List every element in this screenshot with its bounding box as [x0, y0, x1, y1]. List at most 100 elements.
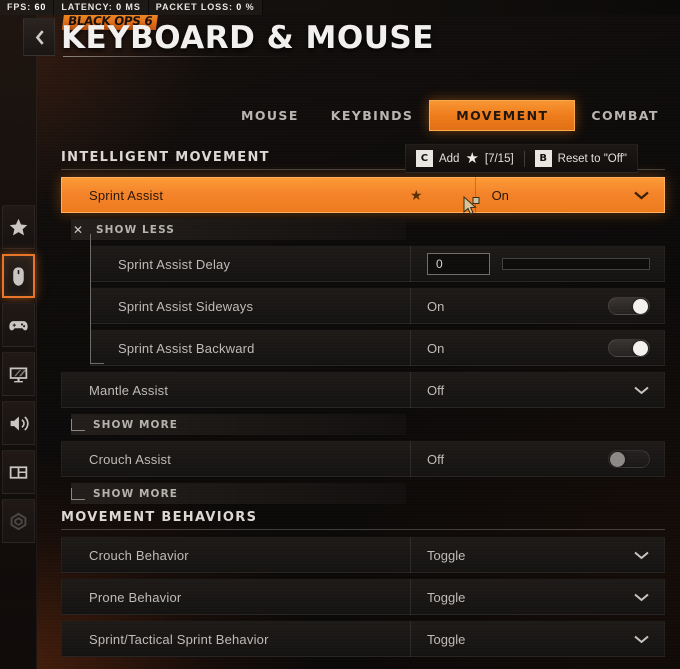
chevron-down-icon — [634, 593, 649, 602]
chevron-down-icon — [634, 635, 649, 644]
setting-value-label: On — [427, 340, 445, 356]
latency-stat: LATENCY: 0 MS — [54, 0, 149, 15]
toggle-knob — [633, 299, 648, 314]
setting-label: Sprint Assist Delay — [118, 256, 231, 272]
speaker-audio-icon — [10, 415, 29, 431]
value-input[interactable]: 0 — [427, 253, 490, 275]
sidebar-item-interface-layout[interactable] — [1, 450, 35, 494]
latency-value: 0 — [116, 2, 123, 12]
hint-reset[interactable]: B Reset to "Off" — [534, 150, 627, 167]
telemetry-radar-icon — [10, 512, 26, 530]
performance-status-bar: FPS: 60 LATENCY: 0 MS PACKET LOSS: 0 % — [0, 0, 680, 15]
setting-value-label: Toggle — [427, 589, 466, 605]
setting-row[interactable]: Sprint Assist Sideways On — [90, 288, 665, 324]
hint-divider — [523, 150, 525, 167]
toggle-switch[interactable] — [608, 297, 650, 315]
settings-tabs: MOUSE KEYBINDS MOVEMENT COMBAT — [225, 100, 675, 131]
setting-label: Mantle Assist — [89, 382, 169, 398]
hint-add-favorite[interactable]: C Add ★ [7/15] — [415, 150, 514, 167]
setting-label: Sprint Assist Sideways — [118, 298, 254, 314]
toggle-knob — [633, 341, 648, 356]
show-toggle-label: SHOW LESS — [96, 223, 175, 236]
setting-control — [633, 592, 664, 602]
setting-control — [608, 339, 664, 357]
setting-row[interactable]: Mantle Assist Off — [61, 372, 665, 408]
gamepad-icon — [8, 320, 28, 330]
packet-loss-label: PACKET LOSS: — [155, 2, 233, 12]
setting-value: Off — [411, 450, 664, 468]
show-more-toggle[interactable]: ✕ SHOW LESS — [61, 219, 665, 240]
setting-value-label: Off — [427, 382, 445, 398]
fps-stat: FPS: 60 — [0, 0, 55, 15]
setting-row[interactable]: Sprint Assist Delay 0 — [90, 246, 665, 282]
setting-control — [608, 297, 664, 315]
corner-branch-icon — [71, 418, 85, 431]
monitor-graphics-icon — [9, 367, 27, 382]
sidebar-item-star[interactable] — [1, 205, 35, 249]
tab-keybinds[interactable]: KEYBINDS — [315, 100, 430, 131]
setting-control — [633, 385, 664, 395]
toggle-switch[interactable] — [608, 450, 650, 468]
show-more-toggle[interactable]: SHOW MORE — [61, 414, 665, 435]
key-badge-b: B — [534, 150, 552, 167]
chevron-down-icon — [634, 191, 649, 200]
setting-value: On — [476, 188, 664, 203]
hint-reset-label: Reset to "Off" — [557, 152, 627, 165]
setting-value: Toggle — [411, 548, 664, 563]
setting-label: Crouch Assist — [89, 451, 172, 467]
setting-row[interactable]: Sprint Assist ★ On — [61, 177, 665, 213]
tab-combat[interactable]: COMBAT — [575, 100, 674, 131]
packet-loss-value: 0 — [236, 2, 243, 12]
setting-value: On — [411, 339, 664, 357]
setting-value: Off — [411, 383, 664, 398]
setting-control — [608, 450, 664, 468]
button-hints: C Add ★ [7/15] B Reset to "Off" — [404, 144, 638, 173]
setting-value-label: Toggle — [427, 547, 466, 563]
setting-label: Sprint Assist Backward — [118, 340, 255, 356]
page-title: KEYBOARD & MOUSE — [61, 20, 434, 56]
pointer-cursor — [462, 195, 480, 216]
slider-track[interactable] — [502, 258, 650, 270]
favorite-count: [7/15] — [484, 152, 514, 165]
setting-value: Toggle — [411, 590, 664, 605]
chevron-down-icon — [634, 386, 649, 395]
favorite-star-icon[interactable]: ★ — [410, 187, 423, 204]
setting-row[interactable]: Crouch Behavior Toggle — [61, 537, 665, 573]
sidebar-item-monitor-graphics[interactable] — [1, 352, 35, 396]
setting-value-label: On — [427, 298, 445, 314]
toggle-switch[interactable] — [608, 339, 650, 357]
hint-add-label: Add — [438, 152, 460, 165]
latency-unit: MS — [125, 2, 141, 12]
setting-control — [633, 634, 664, 644]
fps-label: FPS: — [7, 2, 32, 12]
show-more-toggle[interactable]: SHOW MORE — [61, 483, 665, 504]
setting-row[interactable]: Prone Behavior Toggle — [61, 579, 665, 615]
key-badge-c: C — [415, 150, 433, 167]
sidebar-item-mouse[interactable] — [1, 254, 35, 298]
show-toggle-label: SHOW MORE — [93, 487, 179, 500]
sidebar-item-speaker-audio[interactable] — [1, 401, 35, 445]
chevron-down-icon — [634, 551, 649, 560]
star-icon: ★ — [465, 150, 479, 167]
show-toggle-label: SHOW MORE — [93, 418, 179, 431]
tab-mouse[interactable]: MOUSE — [225, 100, 315, 131]
setting-row[interactable]: Crouch Assist Off — [61, 441, 665, 477]
tab-movement[interactable]: MOVEMENT — [429, 100, 576, 131]
setting-row[interactable]: Sprint/Tactical Sprint Behavior Toggle — [61, 621, 665, 657]
setting-value: On — [411, 297, 664, 315]
latency-label: LATENCY: — [61, 2, 113, 12]
sidebar-item-telemetry-radar[interactable] — [1, 499, 35, 543]
setting-value-slider: 0 — [411, 253, 664, 275]
settings-screen: FPS: 60 LATENCY: 0 MS PACKET LOSS: 0 % B… — [0, 0, 680, 669]
section-header: MOVEMENT BEHAVIORS — [61, 510, 665, 530]
settings-content: INTELLIGENT MOVEMENT Sprint Assist ★ On ✕ SHO… — [61, 150, 665, 663]
star-icon — [9, 218, 27, 235]
category-sidebar — [0, 15, 37, 669]
close-x-icon[interactable]: ✕ — [68, 223, 88, 237]
setting-row[interactable]: Sprint Assist Backward On — [90, 330, 665, 366]
sidebar-item-gamepad[interactable] — [1, 303, 35, 347]
toggle-knob — [610, 452, 625, 467]
fps-value: 60 — [34, 2, 47, 12]
setting-value-label: Off — [427, 451, 445, 467]
back-button[interactable] — [23, 18, 55, 56]
